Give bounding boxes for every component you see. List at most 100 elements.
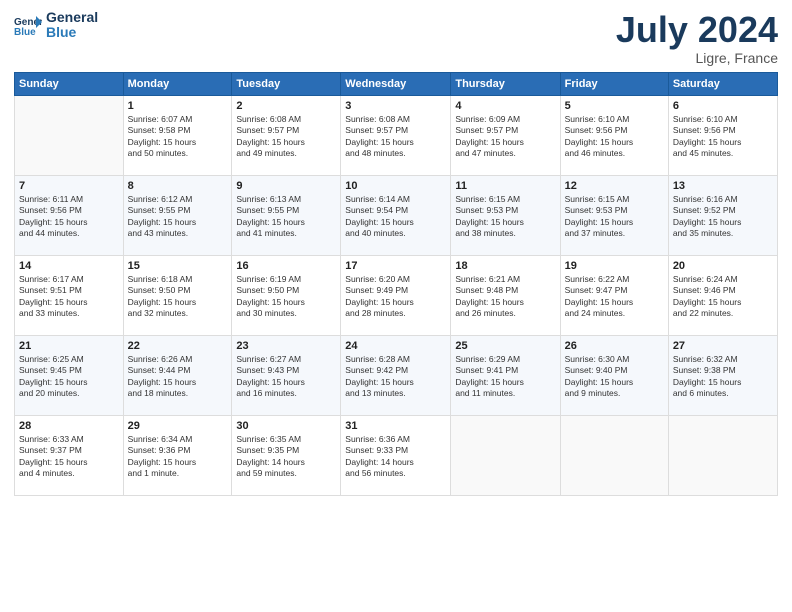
day-number: 3 — [345, 100, 446, 112]
calendar-week-row: 1Sunrise: 6:07 AM Sunset: 9:58 PM Daylig… — [15, 95, 778, 175]
day-number: 21 — [19, 340, 119, 352]
calendar-cell: 29 Sunrise: 6:34 AM Sunset: 9:36 PM Dayli… — [123, 415, 232, 495]
day-info: Sunrise: 6:17 AM Sunset: 9:51 PM Dayligh… — [19, 274, 119, 320]
day-info: Sunrise: 6:19 AM Sunset: 9:50 PM Dayligh… — [236, 274, 336, 320]
day-info: Sunrise: 6:08 AM Sunset: 9:57 PM Dayligh… — [236, 114, 336, 160]
day-number: 18 — [455, 260, 555, 272]
calendar-cell: 14 Sunrise: 6:17 AM Sunset: 9:51 PM Dayli… — [15, 255, 124, 335]
day-info: Sunrise: 6:14 AM Sunset: 9:54 PM Dayligh… — [345, 194, 446, 240]
weekday-header-friday: Friday — [560, 72, 668, 95]
logo: General Blue General Blue — [14, 10, 98, 41]
calendar-cell — [560, 415, 668, 495]
calendar-week-row: 28Sunrise: 6:33 AM Sunset: 9:37 PM Dayli… — [15, 415, 778, 495]
day-info: Sunrise: 6:10 AM Sunset: 9:56 PM Dayligh… — [673, 114, 773, 160]
day-number: 16 — [236, 260, 336, 272]
day-info: Sunrise: 6:21 AM Sunset: 9:48 PM Dayligh… — [455, 274, 555, 320]
day-info: Sunrise: 6:33 AM Sunset: 9:37 PM Dayligh… — [19, 434, 119, 480]
day-info: Sunrise: 6:28 AM Sunset: 9:42 PM Dayligh… — [345, 354, 446, 400]
calendar-cell — [451, 415, 560, 495]
calendar-week-row: 7Sunrise: 6:11 AM Sunset: 9:56 PM Daylig… — [15, 175, 778, 255]
calendar-cell: 3 Sunrise: 6:08 AM Sunset: 9:57 PM Daylig… — [341, 95, 451, 175]
calendar-cell: 23 Sunrise: 6:27 AM Sunset: 9:43 PM Dayli… — [232, 335, 341, 415]
calendar-cell: 27Sunrise: 6:32 AM Sunset: 9:38 PM Dayli… — [668, 335, 777, 415]
day-number: 13 — [673, 180, 773, 192]
calendar-cell: 22Sunrise: 6:26 AM Sunset: 9:44 PM Dayli… — [123, 335, 232, 415]
day-number: 17 — [345, 260, 446, 272]
calendar-cell: 11Sunrise: 6:15 AM Sunset: 9:53 PM Dayli… — [451, 175, 560, 255]
calendar-cell — [668, 415, 777, 495]
day-number: 8 — [128, 180, 228, 192]
day-info: Sunrise: 6:15 AM Sunset: 9:53 PM Dayligh… — [455, 194, 555, 240]
calendar-cell — [15, 95, 124, 175]
weekday-header-wednesday: Wednesday — [341, 72, 451, 95]
calendar-cell: 12 Sunrise: 6:15 AM Sunset: 9:53 PM Dayli… — [560, 175, 668, 255]
day-number: 6 — [673, 100, 773, 112]
day-number: 12 — [565, 180, 664, 192]
day-number: 23 — [236, 340, 336, 352]
calendar-cell: 9 Sunrise: 6:13 AM Sunset: 9:55 PM Daylig… — [232, 175, 341, 255]
calendar-cell: 16 Sunrise: 6:19 AM Sunset: 9:50 PM Dayli… — [232, 255, 341, 335]
calendar-week-row: 14 Sunrise: 6:17 AM Sunset: 9:51 PM Dayli… — [15, 255, 778, 335]
day-info: Sunrise: 6:29 AM Sunset: 9:41 PM Dayligh… — [455, 354, 555, 400]
calendar-cell: 20Sunrise: 6:24 AM Sunset: 9:46 PM Dayli… — [668, 255, 777, 335]
day-info: Sunrise: 6:10 AM Sunset: 9:56 PM Dayligh… — [565, 114, 664, 160]
day-number: 19 — [565, 260, 664, 272]
calendar-cell: 24 Sunrise: 6:28 AM Sunset: 9:42 PM Dayli… — [341, 335, 451, 415]
day-info: Sunrise: 6:26 AM Sunset: 9:44 PM Dayligh… — [128, 354, 228, 400]
day-info: Sunrise: 6:09 AM Sunset: 9:57 PM Dayligh… — [455, 114, 555, 160]
day-info: Sunrise: 6:34 AM Sunset: 9:36 PM Dayligh… — [128, 434, 228, 480]
day-info: Sunrise: 6:18 AM Sunset: 9:50 PM Dayligh… — [128, 274, 228, 320]
day-number: 7 — [19, 180, 119, 192]
weekday-header-saturday: Saturday — [668, 72, 777, 95]
day-info: Sunrise: 6:16 AM Sunset: 9:52 PM Dayligh… — [673, 194, 773, 240]
calendar-cell: 28Sunrise: 6:33 AM Sunset: 9:37 PM Dayli… — [15, 415, 124, 495]
calendar-week-row: 21 Sunrise: 6:25 AM Sunset: 9:45 PM Dayli… — [15, 335, 778, 415]
weekday-header-thursday: Thursday — [451, 72, 560, 95]
day-number: 14 — [19, 260, 119, 272]
calendar-cell: 21 Sunrise: 6:25 AM Sunset: 9:45 PM Dayli… — [15, 335, 124, 415]
calendar-table: SundayMondayTuesdayWednesdayThursdayFrid… — [14, 72, 778, 496]
logo-text: General Blue — [46, 10, 98, 41]
day-number: 2 — [236, 100, 336, 112]
day-info: Sunrise: 6:25 AM Sunset: 9:45 PM Dayligh… — [19, 354, 119, 400]
day-info: Sunrise: 6:08 AM Sunset: 9:57 PM Dayligh… — [345, 114, 446, 160]
calendar-cell: 6 Sunrise: 6:10 AM Sunset: 9:56 PM Daylig… — [668, 95, 777, 175]
day-number: 30 — [236, 420, 336, 432]
day-info: Sunrise: 6:13 AM Sunset: 9:55 PM Dayligh… — [236, 194, 336, 240]
svg-text:Blue: Blue — [14, 27, 36, 36]
location: Ligre, France — [616, 50, 778, 66]
day-number: 31 — [345, 420, 446, 432]
calendar-cell: 19 Sunrise: 6:22 AM Sunset: 9:47 PM Dayli… — [560, 255, 668, 335]
day-number: 9 — [236, 180, 336, 192]
calendar-cell: 8Sunrise: 6:12 AM Sunset: 9:55 PM Daylig… — [123, 175, 232, 255]
day-number: 25 — [455, 340, 555, 352]
calendar-cell: 5 Sunrise: 6:10 AM Sunset: 9:56 PM Daylig… — [560, 95, 668, 175]
weekday-header-tuesday: Tuesday — [232, 72, 341, 95]
day-info: Sunrise: 6:36 AM Sunset: 9:33 PM Dayligh… — [345, 434, 446, 480]
weekday-header-row: SundayMondayTuesdayWednesdayThursdayFrid… — [15, 72, 778, 95]
calendar-cell: 31 Sunrise: 6:36 AM Sunset: 9:33 PM Dayli… — [341, 415, 451, 495]
day-info: Sunrise: 6:32 AM Sunset: 9:38 PM Dayligh… — [673, 354, 773, 400]
day-number: 5 — [565, 100, 664, 112]
calendar-cell: 15 Sunrise: 6:18 AM Sunset: 9:50 PM Dayli… — [123, 255, 232, 335]
calendar-cell: 10 Sunrise: 6:14 AM Sunset: 9:54 PM Dayli… — [341, 175, 451, 255]
day-info: Sunrise: 6:35 AM Sunset: 9:35 PM Dayligh… — [236, 434, 336, 480]
day-info: Sunrise: 6:15 AM Sunset: 9:53 PM Dayligh… — [565, 194, 664, 240]
calendar-cell: 7Sunrise: 6:11 AM Sunset: 9:56 PM Daylig… — [15, 175, 124, 255]
day-number: 29 — [128, 420, 228, 432]
calendar-cell: 4 Sunrise: 6:09 AM Sunset: 9:57 PM Daylig… — [451, 95, 560, 175]
weekday-header-monday: Monday — [123, 72, 232, 95]
calendar-cell: 18 Sunrise: 6:21 AM Sunset: 9:48 PM Dayli… — [451, 255, 560, 335]
day-number: 24 — [345, 340, 446, 352]
month-title: July 2024 — [616, 10, 778, 50]
calendar-cell: 2 Sunrise: 6:08 AM Sunset: 9:57 PM Daylig… — [232, 95, 341, 175]
day-info: Sunrise: 6:07 AM Sunset: 9:58 PM Dayligh… — [128, 114, 228, 160]
day-info: Sunrise: 6:27 AM Sunset: 9:43 PM Dayligh… — [236, 354, 336, 400]
day-info: Sunrise: 6:22 AM Sunset: 9:47 PM Dayligh… — [565, 274, 664, 320]
calendar-cell: 25 Sunrise: 6:29 AM Sunset: 9:41 PM Dayli… — [451, 335, 560, 415]
day-number: 4 — [455, 100, 555, 112]
day-info: Sunrise: 6:20 AM Sunset: 9:49 PM Dayligh… — [345, 274, 446, 320]
day-number: 10 — [345, 180, 446, 192]
day-number: 15 — [128, 260, 228, 272]
calendar-cell: 17 Sunrise: 6:20 AM Sunset: 9:49 PM Dayli… — [341, 255, 451, 335]
